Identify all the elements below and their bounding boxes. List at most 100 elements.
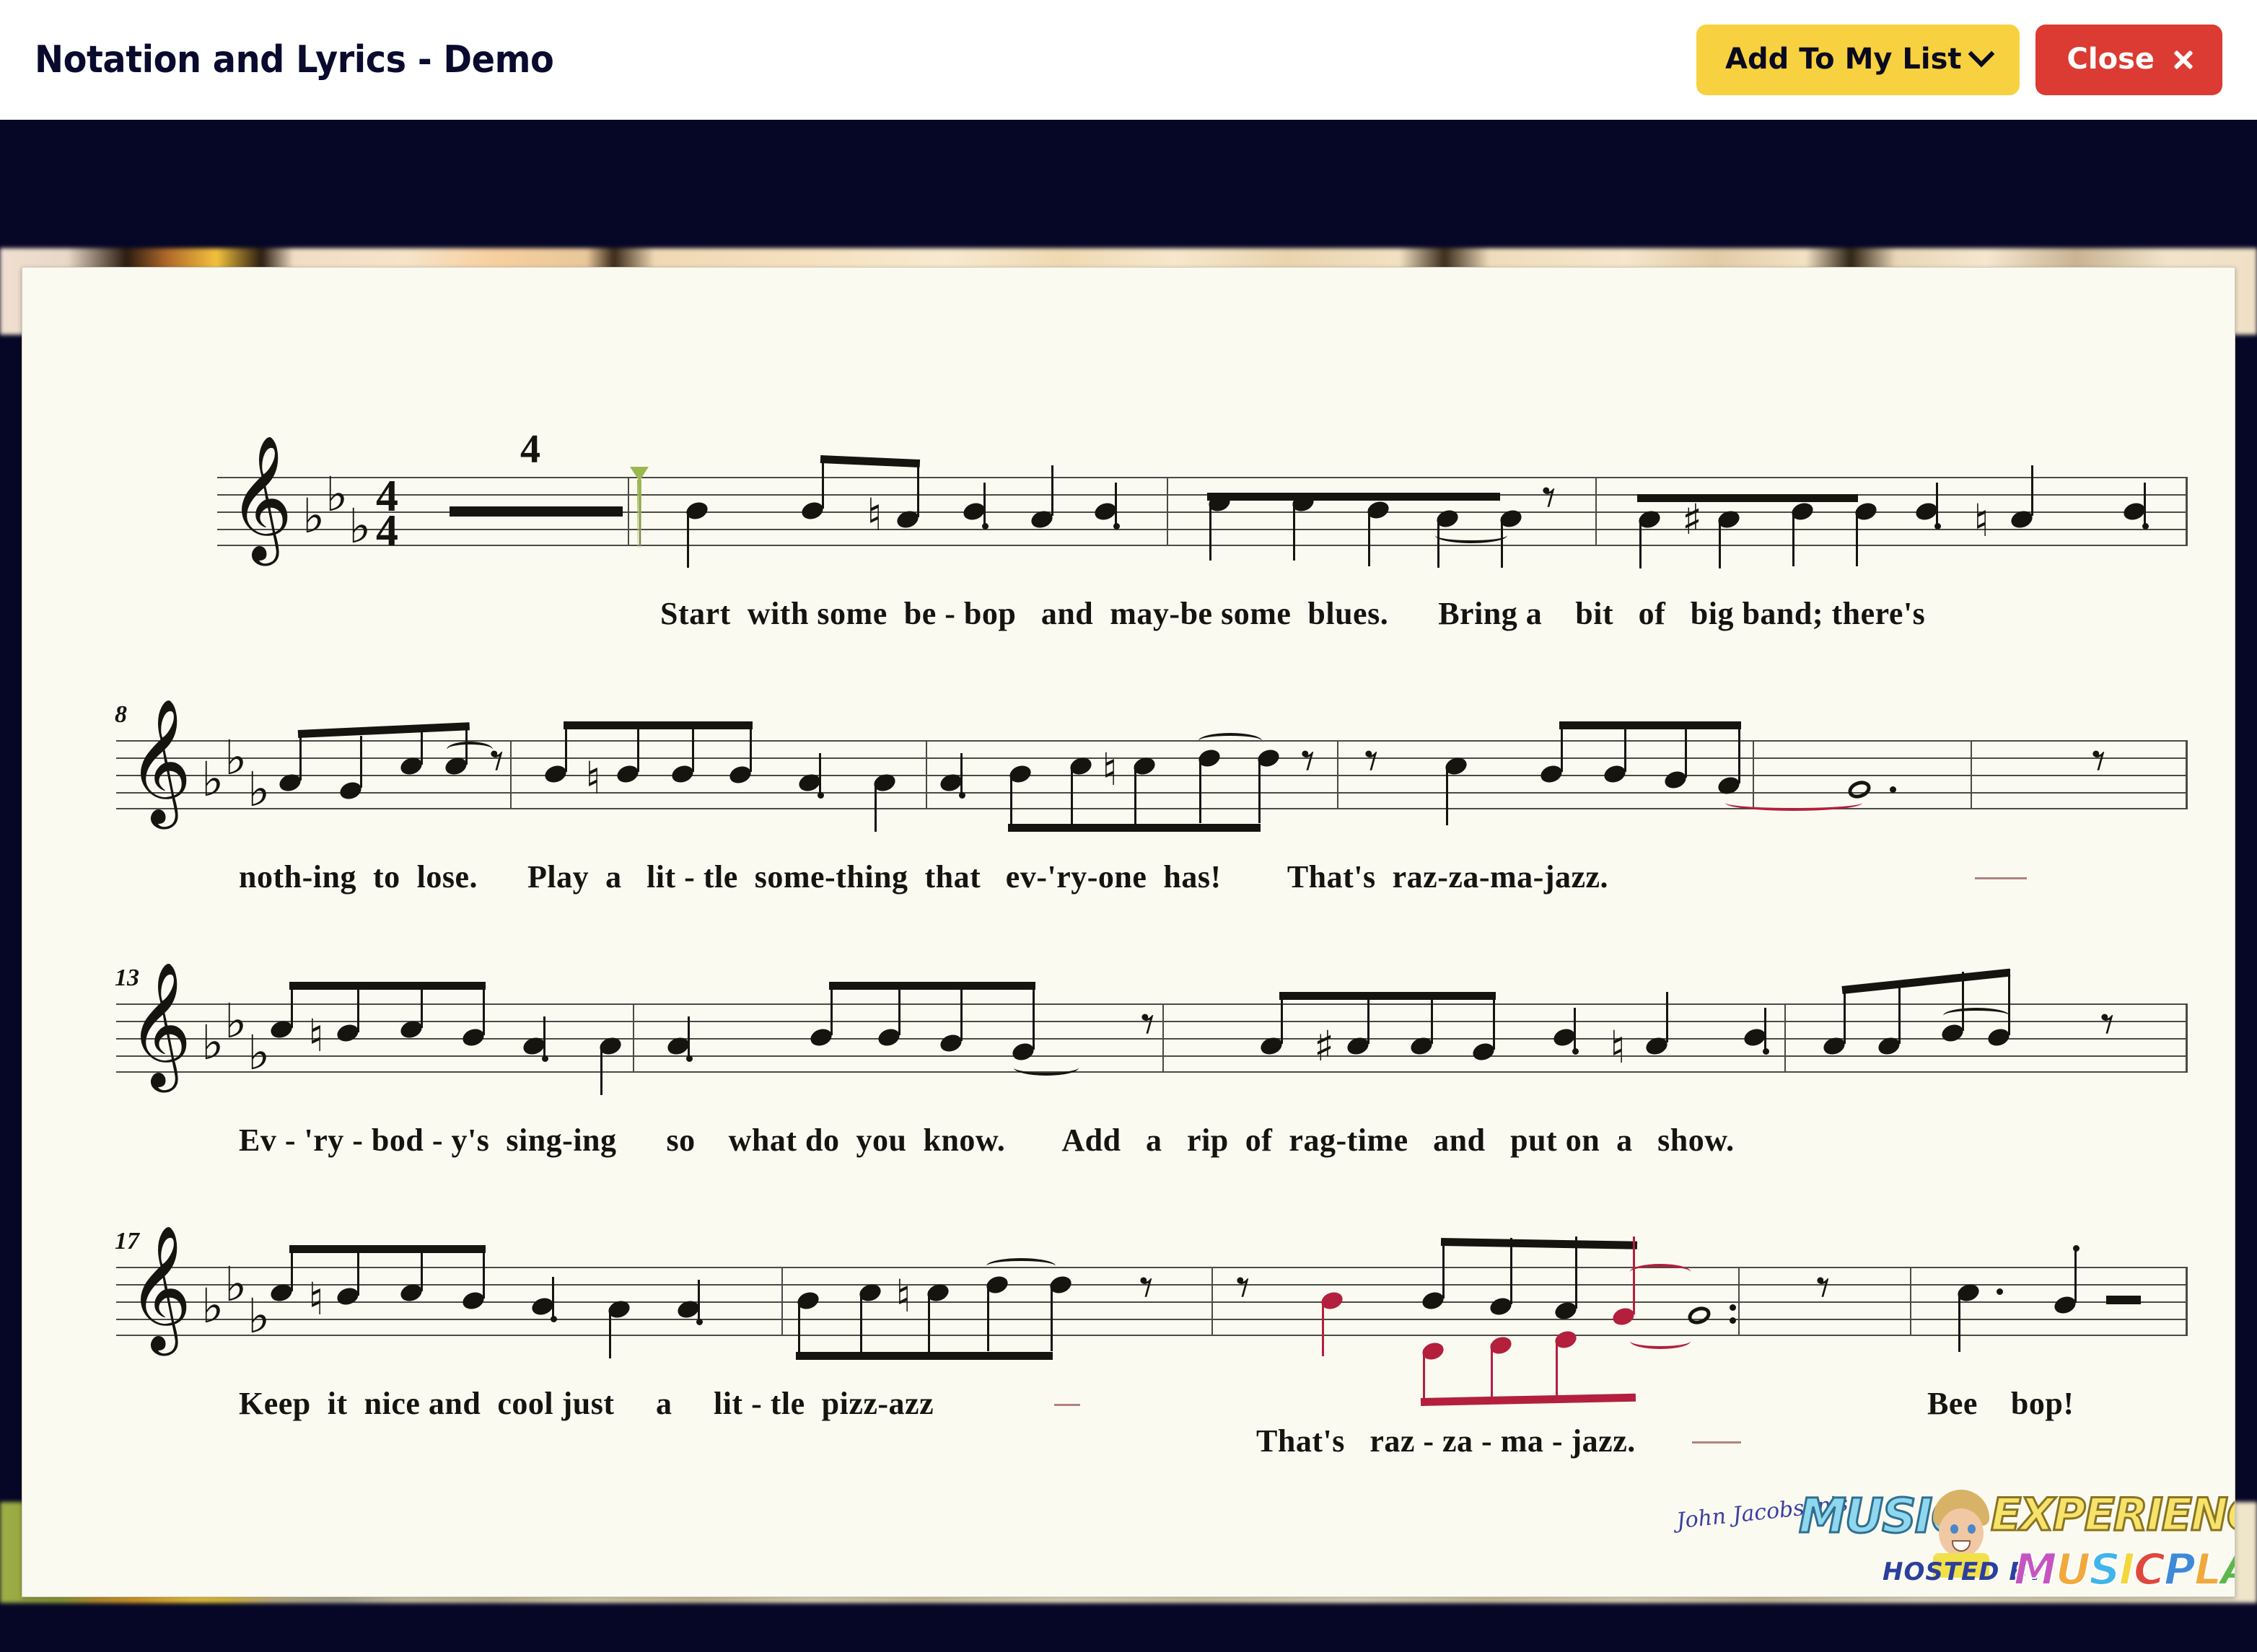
sharp-icon: ♯ <box>1314 1021 1335 1071</box>
stem <box>1442 1239 1445 1299</box>
stem <box>1666 992 1668 1042</box>
quarter-rest-icon: 𝄾 <box>1236 1257 1250 1319</box>
stem <box>1446 765 1448 825</box>
stem <box>928 1291 930 1352</box>
eighth-flag <box>982 523 989 530</box>
score-page[interactable]: 𝄞 ♭ ♭ ♭ 4 4 4 ♮ 𝄾 ♯ ♮ Start with some be… <box>22 267 2235 1597</box>
stem <box>1501 517 1503 568</box>
stem <box>2031 465 2033 516</box>
beam <box>297 722 470 738</box>
eighth-flag <box>2073 1245 2079 1252</box>
beam <box>289 982 486 990</box>
natural-icon: ♮ <box>895 1270 912 1322</box>
stem <box>1738 723 1740 783</box>
stem <box>552 1277 554 1320</box>
beam <box>289 1245 486 1253</box>
eighth-flag <box>2142 523 2149 530</box>
stem <box>637 723 639 772</box>
stem <box>543 1016 545 1060</box>
barline <box>2186 740 2188 809</box>
eighth-flag <box>1113 523 1120 530</box>
stem <box>1368 509 1370 566</box>
stem <box>357 1247 359 1296</box>
treble-clef-icon: 𝄞 <box>128 1225 192 1350</box>
stem <box>421 983 423 1028</box>
stem <box>960 983 963 1041</box>
add-to-my-list-button[interactable]: Add To My List <box>1696 25 2020 95</box>
lyric-line: Ev - 'ry - bod - y's sing-ing so what do… <box>239 1122 1735 1158</box>
barline <box>2186 1003 2188 1073</box>
stem <box>1258 757 1261 823</box>
lyric-extender <box>1054 1404 1080 1406</box>
stem <box>750 723 752 772</box>
score-viewer[interactable]: 𝄞 ♭ ♭ ♭ 4 4 4 ♮ 𝄾 ♯ ♮ Start with some be… <box>0 120 2257 1652</box>
key-flat-icon: ♭ <box>224 993 247 1049</box>
time-signature-bottom: 4 <box>376 506 398 555</box>
key-flat-icon: ♭ <box>201 752 224 807</box>
lyric-line: Start with some be - bop and may-be some… <box>660 596 1926 631</box>
tie <box>986 1258 1056 1274</box>
key-flat-icon: ♭ <box>224 730 247 786</box>
stem-voice2 <box>1491 1344 1493 1402</box>
barline <box>2186 477 2188 546</box>
augmentation-dot <box>1730 1317 1736 1324</box>
stem <box>1574 1008 1576 1053</box>
eighth-flag <box>1934 523 1941 530</box>
eighth-flag <box>696 1319 703 1325</box>
modal-header: Notation and Lyrics - Demo Add To My Lis… <box>0 0 2257 120</box>
stem <box>360 736 362 788</box>
stem <box>875 781 877 832</box>
stem <box>1719 518 1721 568</box>
stem <box>1844 986 1846 1044</box>
beam <box>564 721 753 729</box>
close-x-icon <box>2172 48 2194 70</box>
quarter-rest-icon: 𝄾 <box>490 730 504 792</box>
eighth-flag <box>1763 1048 1769 1055</box>
stem <box>1898 980 1901 1044</box>
stem <box>1493 993 1495 1050</box>
eighth-flag <box>551 1316 557 1322</box>
barline <box>781 1267 783 1336</box>
lyric-extender <box>1975 877 2027 879</box>
key-flat-icon: ♭ <box>349 498 372 554</box>
lyric-extender <box>1692 1441 1741 1444</box>
eighth-flag <box>686 1055 693 1062</box>
barline <box>1784 1003 1786 1073</box>
stem <box>1561 723 1563 772</box>
tie <box>1943 1008 2010 1024</box>
stem <box>1764 1008 1766 1053</box>
eighth-flag <box>542 1055 548 1062</box>
treble-clef-icon: 𝄞 <box>128 962 192 1087</box>
stem <box>822 457 824 509</box>
stem <box>1792 510 1794 566</box>
close-button[interactable]: Close <box>2035 25 2222 95</box>
stem <box>565 723 567 772</box>
barline <box>1167 477 1168 546</box>
lyric-line-voice2: That's raz - za - ma - jazz. <box>1256 1423 1636 1459</box>
app-root: Notation and Lyrics - Demo Add To My Lis… <box>0 0 2257 1652</box>
stem <box>831 983 833 1035</box>
logo-word-experience: EXPERIENCE <box>1990 1488 2235 1542</box>
barline <box>1211 1267 1213 1336</box>
stem <box>1936 483 1938 527</box>
tie <box>1014 1060 1079 1076</box>
quarter-rest-icon: 𝄾 <box>1139 1257 1154 1319</box>
stem <box>483 983 485 1035</box>
playback-cursor[interactable] <box>637 480 641 548</box>
stem <box>1033 983 1035 1050</box>
multi-measure-rest-count: 4 <box>520 427 540 472</box>
stem <box>2008 969 2010 1035</box>
mascot-eye <box>1968 1524 1976 1534</box>
stem <box>987 1283 989 1351</box>
playback-cursor-head <box>630 467 649 481</box>
multi-measure-rest <box>450 506 623 517</box>
natural-icon: ♮ <box>308 1009 325 1062</box>
augmentation-dot <box>1730 1304 1736 1311</box>
tie-voice2 <box>1630 1264 1691 1280</box>
stem <box>860 1291 862 1352</box>
page-title: Notation and Lyrics - Demo <box>35 38 554 82</box>
stem <box>798 1300 800 1355</box>
stem <box>1856 510 1858 566</box>
barline <box>633 1003 634 1073</box>
stem <box>1367 993 1369 1044</box>
